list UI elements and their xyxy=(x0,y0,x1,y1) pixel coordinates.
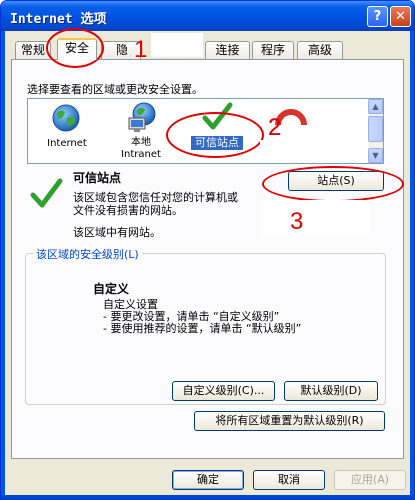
security-level-line3: - 要使用推荐的设置，请单击 “默认级别” xyxy=(103,322,302,335)
trusted-zone-checkmark-icon xyxy=(29,176,63,210)
scroll-thumb[interactable] xyxy=(368,116,383,142)
window-bottom-border xyxy=(1,495,414,499)
reset-all-zones-button[interactable]: 将所有区域重置为默认级别(R) xyxy=(194,411,385,431)
apply-button[interactable]: 应用(A) xyxy=(334,470,406,490)
ok-button[interactable]: 确定 xyxy=(172,470,244,490)
globe-icon xyxy=(52,104,80,132)
security-level-legend: 该区域的安全级别(L) xyxy=(33,246,142,262)
zone-prompt: 选择要查看的区域或更改安全设置。 xyxy=(27,83,203,96)
custom-level-button[interactable]: 自定义级别(C)... xyxy=(172,381,275,401)
window-left-border xyxy=(1,31,5,499)
zone-internet-label: Internet xyxy=(47,138,87,149)
annotation-mask xyxy=(260,140,365,160)
annotation-number-1: 1 xyxy=(134,36,148,63)
zone-internet[interactable] xyxy=(51,103,81,133)
annotation-ellipse-3 xyxy=(262,166,404,202)
title-bar[interactable]: Internet 选项 ? ✕ xyxy=(1,1,414,31)
tab-security[interactable]: 安全 xyxy=(57,38,97,60)
scroll-up-icon[interactable]: ▲ xyxy=(368,99,383,114)
tab-connections[interactable]: 连接 xyxy=(205,41,250,59)
help-button[interactable]: ? xyxy=(367,6,388,27)
zone-title: 可信站点 xyxy=(73,171,122,185)
zone-local-intranet-label: 本地 Intranet xyxy=(121,137,161,160)
close-button[interactable]: ✕ xyxy=(390,6,411,27)
zone-list-scrollbar[interactable]: ▲ ▼ xyxy=(368,99,383,163)
annotation-ellipse-2 xyxy=(166,112,264,158)
window-right-border xyxy=(410,31,414,499)
annotation-number-2-top: 2 xyxy=(268,114,282,141)
zone-description-line3: 该区域中有网站。 xyxy=(73,226,161,239)
tab-advanced[interactable]: 高级 xyxy=(297,41,343,59)
zone-local-intranet[interactable] xyxy=(125,101,159,135)
window-title: Internet 选项 xyxy=(10,12,107,27)
zone-description-line2: 文件没有损害的网站。 xyxy=(73,204,183,217)
security-level-title: 自定义 xyxy=(93,282,130,296)
annotation-mask xyxy=(151,33,203,57)
intranet-icon xyxy=(128,102,156,132)
default-level-button[interactable]: 默认级别(D) xyxy=(284,381,378,401)
internet-options-window: Internet 选项 ? ✕ 常规 安全 隐 连接 程序 高级 选择要查看的区… xyxy=(0,0,415,500)
tab-programs[interactable]: 程序 xyxy=(252,41,294,59)
annotation-mask xyxy=(260,200,370,238)
cancel-button[interactable]: 取消 xyxy=(253,470,325,490)
scroll-down-icon[interactable]: ▼ xyxy=(368,148,383,163)
annotation-number-3-top: 3 xyxy=(290,208,304,235)
